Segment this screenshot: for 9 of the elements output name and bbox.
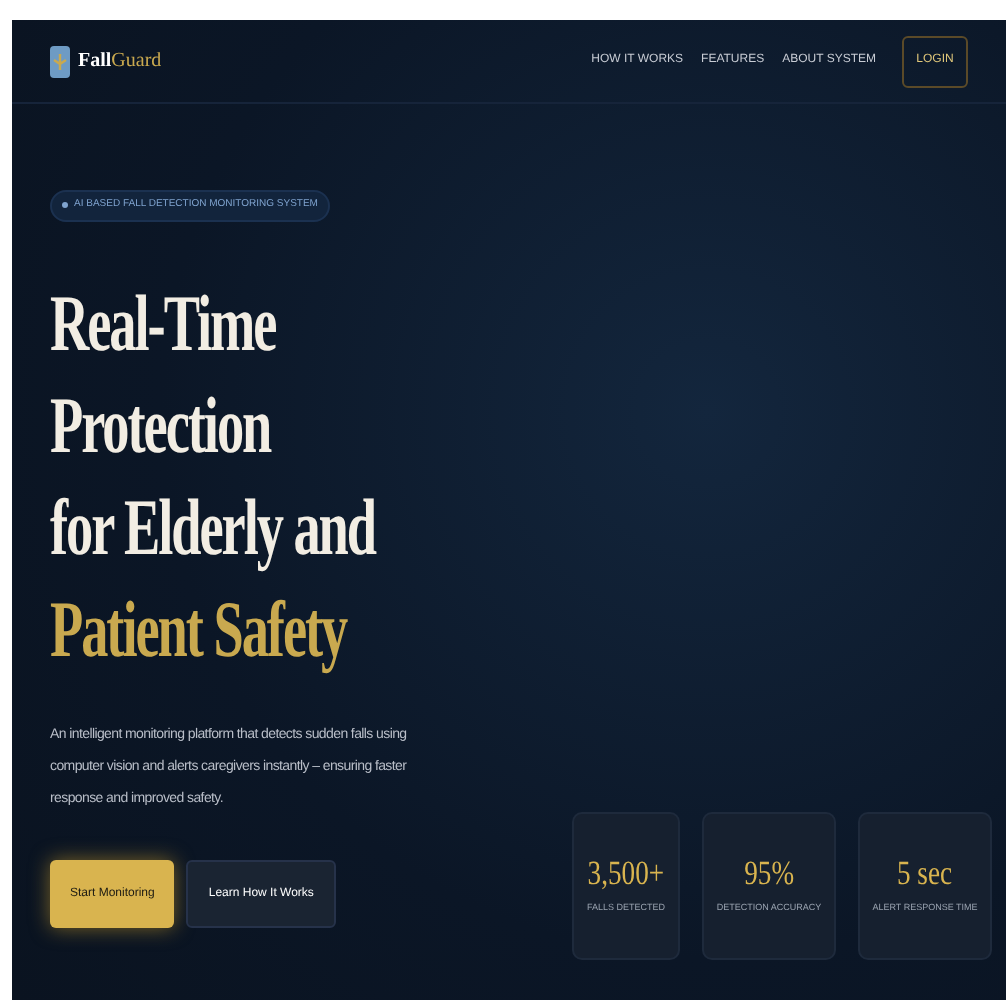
logo-icon	[50, 45, 70, 77]
brand-name[interactable]: FallGuard	[78, 46, 162, 76]
headline-accent: Patient Safety	[50, 582, 347, 678]
stat-value: 5 sec	[897, 856, 953, 891]
headline-line: for Elderly and	[50, 480, 376, 576]
stat-value: 3,500+	[587, 856, 665, 891]
headline-line: Real-Time	[50, 276, 276, 372]
stat-value: 95%	[744, 856, 794, 891]
headline-line: Protection	[50, 378, 271, 474]
